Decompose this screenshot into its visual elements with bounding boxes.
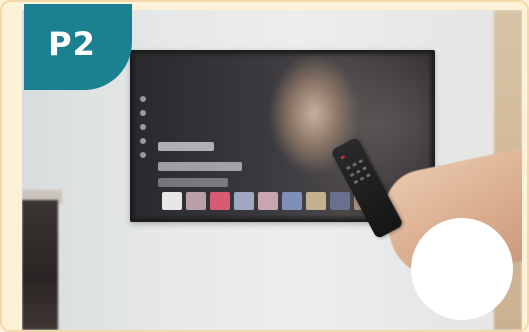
remote-button [362,166,367,171]
remote-button [359,176,365,181]
remote-button [352,162,358,167]
tv-thumbnail [210,192,230,210]
remote-button [365,173,371,178]
tv-ui-bar [158,162,242,171]
tv-thumbnail [162,192,182,210]
tv-thumbnail [330,192,350,210]
tv-menu-dot [140,110,146,116]
remote-power-button [340,155,346,160]
tv-menu-dot [140,96,146,102]
tv-thumbnail [234,192,254,210]
remote-button [349,172,355,178]
remote-button [345,165,351,171]
remote-button [358,159,364,164]
remote-button [355,169,361,174]
remote-button [353,179,359,185]
tv-thumbnail [306,192,326,210]
label-badge: P2 [24,4,132,90]
white-circle-overlay [411,218,513,320]
shelf [22,200,58,330]
tv-menu-dot [140,124,146,130]
badge-label: P2 [48,25,96,63]
tv-menu-dot [140,138,146,144]
tv-ui-bar [158,178,228,187]
tv-thumbnail [282,192,302,210]
tv-menu-dot [140,152,146,158]
tv-thumbnail [186,192,206,210]
tv-ui-bar [158,142,214,151]
tv-thumbnail [258,192,278,210]
image-card: P2 [0,0,529,332]
